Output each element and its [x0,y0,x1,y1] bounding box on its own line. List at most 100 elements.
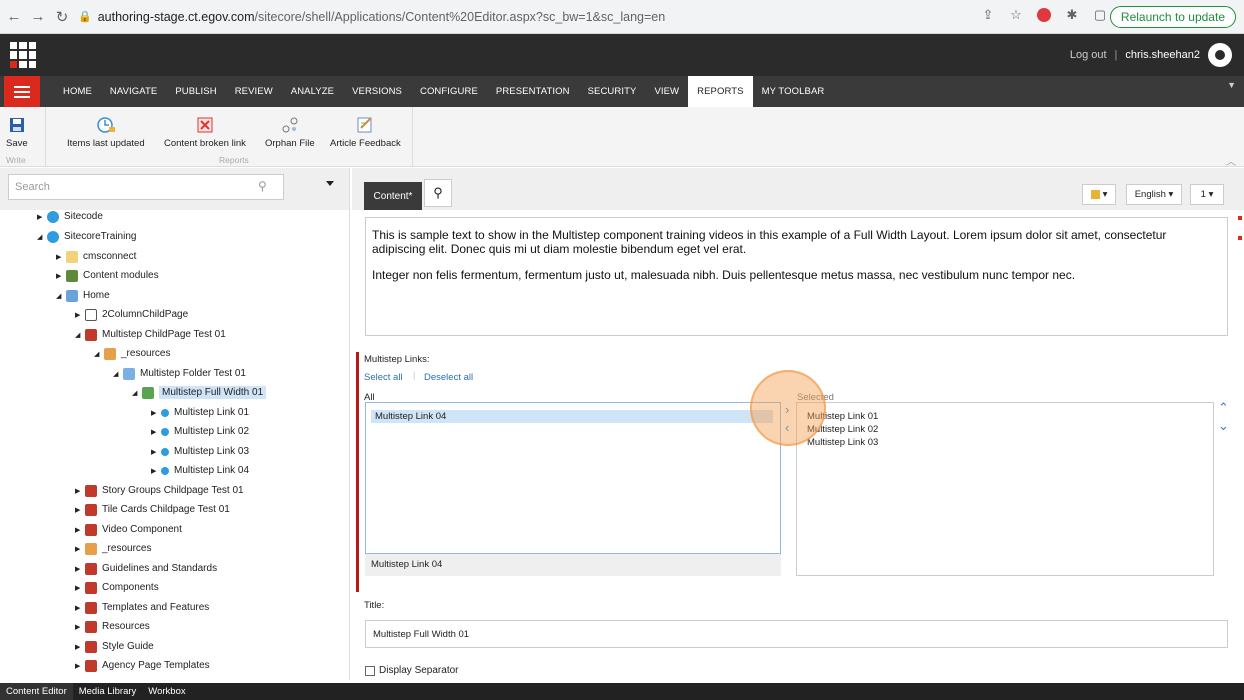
select-all-link[interactable]: Select all [364,372,403,383]
forward-icon[interactable]: → [28,7,48,27]
tab-security[interactable]: SECURITY [579,76,646,107]
list-item[interactable]: Multistep Link 03 [807,437,878,448]
tree-node[interactable]: ▶ Sitecode [37,210,103,226]
tab-my-toolbar[interactable]: MY TOOLBAR [753,76,834,107]
collapse-arrow-icon[interactable]: ◢ [37,233,47,241]
all-items-list[interactable]: Multistep Link 04 [365,402,781,554]
extension-icon[interactable] [1036,7,1052,23]
tree-node[interactable]: ▶ cmsconnect [56,247,136,266]
list-item[interactable]: Multistep Link 04 [371,410,773,423]
checkbox-icon[interactable] [365,665,375,676]
tab-navigate[interactable]: NAVIGATE [101,76,166,107]
sitecore-launchpad-icon[interactable] [10,42,36,68]
tree-node[interactable]: ◢ SitecoreTraining [37,227,136,246]
tree-node-selected[interactable]: ◢ Multistep Full Width 01 [132,383,267,402]
tree-node[interactable]: ▶ Resources [75,617,150,636]
share-icon[interactable]: ⇪ [980,7,996,23]
expand-arrow-icon[interactable]: ▶ [151,428,161,436]
ribbon-collapse-icon[interactable]: ︿ [1226,153,1236,168]
tree-node[interactable]: ▶ 2ColumnChildPage [75,305,188,324]
expand-arrow-icon[interactable]: ▶ [151,448,161,456]
orphan-file-button[interactable]: Orphan File [265,115,315,149]
back-icon[interactable]: ← [4,7,24,27]
expand-arrow-icon[interactable]: ▶ [75,487,85,495]
tree-node[interactable]: ▶ Multistep Link 02 [151,422,249,441]
expand-arrow-icon[interactable]: ▶ [37,213,47,221]
tree-node[interactable]: ▶ Guidelines and Standards [75,559,217,578]
tree-search-input[interactable]: Search [8,174,284,200]
sidepanel-icon[interactable]: ▢ [1092,7,1108,23]
search-options-chevron-down-icon[interactable] [326,181,334,186]
expand-arrow-icon[interactable]: ▶ [75,311,85,319]
tab-versions[interactable]: VERSIONS [343,76,411,107]
collapse-arrow-icon[interactable]: ◢ [56,292,66,300]
tab-reports[interactable]: REPORTS [688,76,753,107]
expand-arrow-icon[interactable]: ▶ [75,643,85,651]
expand-arrow-icon[interactable]: ▶ [75,623,85,631]
selected-items-list[interactable]: Multistep Link 01 Multistep Link 02 Mult… [796,402,1214,576]
hamburger-menu-icon[interactable] [4,76,40,107]
tab-content[interactable]: Content* [364,182,422,210]
expand-arrow-icon[interactable]: ▶ [75,526,85,534]
expand-arrow-icon[interactable]: ▶ [75,604,85,612]
tree-node[interactable]: ▶ Content modules [56,266,159,285]
content-search-icon[interactable]: ⚲ [424,179,452,207]
expand-arrow-icon[interactable]: ▶ [75,545,85,553]
move-up-icon[interactable]: ⌃ [1218,400,1229,416]
tree-node[interactable]: ▶ Agency Page Templates [75,656,210,675]
tree-node[interactable]: ◢ _resources [94,344,170,363]
tab-media-library[interactable]: Media Library [73,683,143,700]
save-options-button[interactable]: ▾ [1082,184,1116,205]
tree-node[interactable]: ▶ Multistep Link 01 [151,403,249,422]
bookmark-star-icon[interactable]: ☆ [1008,7,1024,23]
deselect-all-link[interactable]: Deselect all [424,372,473,383]
tree-node[interactable]: ▶ Multistep Link 03 [151,442,249,461]
content-broken-link-button[interactable]: Content broken link [164,115,246,149]
expand-arrow-icon[interactable]: ▶ [75,506,85,514]
version-selector[interactable]: 1 ▾ [1190,184,1224,205]
display-separator-checkbox[interactable]: Display Separator [365,665,458,676]
tree-node[interactable]: ◢ Multistep ChildPage Test 01 [75,325,226,344]
tree-node[interactable]: ◢ Multistep Folder Test 01 [113,364,246,383]
tree-node[interactable]: ◢ Home [56,286,110,305]
expand-arrow-icon[interactable]: ▶ [151,409,161,417]
address-bar[interactable]: 🔒 authoring-stage.ct.egov.com /sitecore/… [78,5,665,29]
user-avatar[interactable] [1208,43,1232,67]
tree-node[interactable]: ▶ Video Component [75,520,182,539]
items-last-updated-button[interactable]: Items last updated [67,115,145,149]
tab-configure[interactable]: CONFIGURE [411,76,487,107]
tab-view[interactable]: VIEW [645,76,688,107]
title-input[interactable]: Multistep Full Width 01 [365,620,1228,648]
username[interactable]: chris.sheehan2 [1125,49,1200,61]
language-selector[interactable]: English ▾ [1126,184,1182,205]
tree-node[interactable]: ▶ Components [75,578,159,597]
ribbon-options-icon[interactable]: ▼ [1227,80,1236,90]
expand-arrow-icon[interactable]: ▶ [75,565,85,573]
rich-text-field[interactable]: This is sample text to show in the Multi… [365,217,1228,336]
expand-arrow-icon[interactable]: ▶ [56,253,66,261]
tab-workbox[interactable]: Workbox [142,683,191,700]
search-icon[interactable]: ⚲ [258,179,267,193]
tab-review[interactable]: REVIEW [226,76,282,107]
tab-presentation[interactable]: PRESENTATION [487,76,579,107]
expand-arrow-icon[interactable]: ▶ [75,584,85,592]
tab-analyze[interactable]: ANALYZE [282,76,343,107]
tree-node[interactable]: ▶ Style Guide [75,637,154,656]
expand-arrow-icon[interactable]: ▶ [75,662,85,670]
move-down-icon[interactable]: ⌄ [1218,418,1229,434]
tab-home[interactable]: HOME [54,76,101,107]
puzzle-icon[interactable]: ✱ [1064,7,1080,23]
collapse-arrow-icon[interactable]: ◢ [75,331,85,339]
collapse-arrow-icon[interactable]: ◢ [132,389,142,397]
reload-icon[interactable]: ↻ [52,7,72,27]
tree-node[interactable]: ▶ Story Groups Childpage Test 01 [75,481,244,500]
tree-node[interactable]: ▶ Tile Cards Childpage Test 01 [75,500,230,519]
tree-node[interactable]: ▶ _resources [75,539,151,558]
article-feedback-button[interactable]: Article Feedback [330,115,401,149]
expand-arrow-icon[interactable]: ▶ [151,467,161,475]
collapse-arrow-icon[interactable]: ◢ [113,370,123,378]
collapse-arrow-icon[interactable]: ◢ [94,350,104,358]
logout-link[interactable]: Log out [1070,49,1107,61]
tree-node[interactable]: ▶ Templates and Features [75,598,209,617]
expand-arrow-icon[interactable]: ▶ [56,272,66,280]
